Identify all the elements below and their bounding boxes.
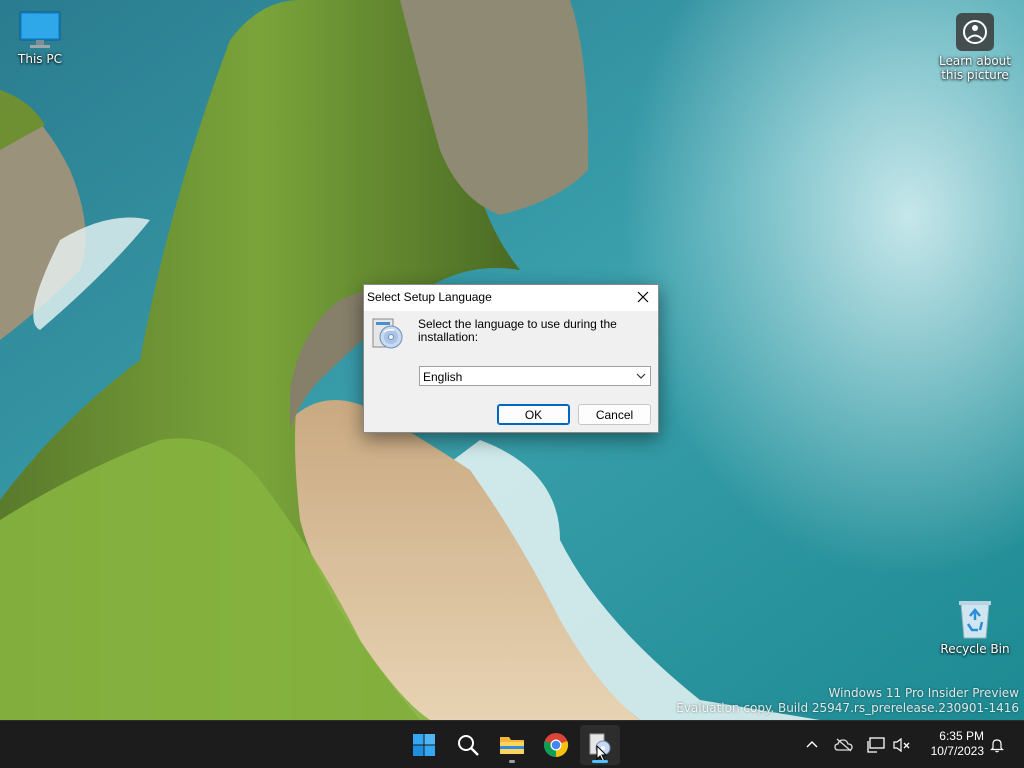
language-select[interactable]: English [419,366,651,386]
setup-language-dialog: Select Setup Language Select the languag… [363,284,659,433]
info-camera-icon [956,13,994,51]
desktop-icon-recycle-bin[interactable]: Recycle Bin [935,598,1015,656]
file-explorer-button[interactable] [492,725,532,765]
network-tray-button[interactable] [864,733,888,757]
cancel-button[interactable]: Cancel [578,404,651,425]
clock-date: 10/7/2023 [930,744,984,758]
active-indicator [592,760,608,763]
start-button[interactable] [404,725,444,765]
windows-watermark: Windows 11 Pro Insider Preview Evaluatio… [676,686,1019,716]
setup-app-button[interactable] [580,725,620,765]
file-explorer-icon [500,737,524,754]
desktop-icon-label: Recycle Bin [940,642,1010,656]
ok-button[interactable]: OK [497,404,570,425]
start-icon [413,734,435,756]
search-icon [458,735,479,756]
running-indicator [509,760,515,763]
onedrive-icon [834,738,853,752]
desktop-icon-label: This PC [18,52,62,66]
chrome-button[interactable] [536,725,576,765]
network-icon [867,737,885,753]
show-hidden-icons-button[interactable] [800,733,824,757]
monitor-icon [19,11,61,48]
clock-time: 6:35 PM [939,729,984,743]
close-icon [637,291,649,303]
chrome-icon [543,733,569,758]
chevron-up-icon [806,741,818,748]
language-select-value: English [423,370,463,384]
taskbar-clock[interactable]: 6:35 PM 10/7/2023 [922,729,984,759]
taskbar: 6:35 PM 10/7/2023 [0,720,1024,768]
dialog-titlebar[interactable]: Select Setup Language [364,285,658,311]
onedrive-tray-button[interactable] [832,733,856,757]
desktop-icon-this-pc[interactable]: This PC [0,10,80,66]
recycle-bin-icon [959,601,991,639]
chevron-down-icon [636,373,646,379]
dialog-prompt: Select the language to use during the in… [418,317,617,344]
bell-icon [990,739,1004,753]
setup-disc-icon [372,318,403,349]
watermark-line-2: Evaluation copy. Build 25947.rs_prerelea… [676,701,1019,715]
watermark-line-1: Windows 11 Pro Insider Preview [828,686,1019,700]
volume-muted-icon [893,737,910,753]
search-button[interactable] [448,725,488,765]
volume-tray-button[interactable] [890,733,914,757]
desktop-icon-label: Learn about this picture [939,54,1011,82]
desktop-icon-learn-about-picture[interactable]: Learn about this picture [935,12,1015,82]
notifications-button[interactable] [985,733,1009,757]
dialog-title: Select Setup Language [367,290,492,304]
desktop: This PC Learn about this picture Recycle… [0,0,1024,720]
close-button[interactable] [628,285,658,309]
